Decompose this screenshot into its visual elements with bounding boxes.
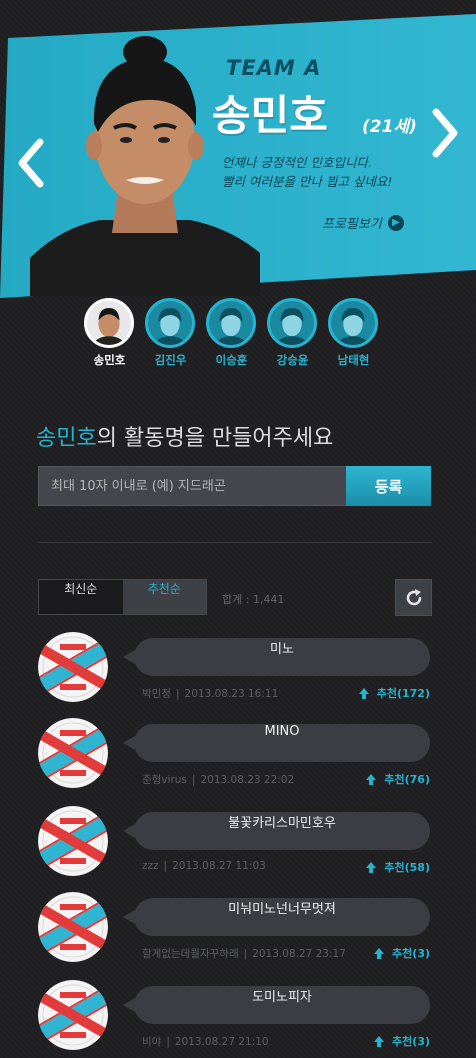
recommend-count: 추천(76) [384,773,430,786]
comment-item: 불꽃카리스마민호우 zzz | 2013.08.27 11:03 추천(58) [36,806,436,892]
member-avatar [206,298,256,348]
member-name: 송민호 [212,91,328,140]
heading-member-name: 송민호 [36,426,97,451]
member-thumb-4[interactable]: 남태현 [328,298,379,368]
profile-banner: TEAM A 송민호 (21세) 언제나 긍정적인 민호입니다. 빨리 여러분을… [0,0,476,300]
recommend-button[interactable]: 추천(76) [366,771,430,787]
register-button[interactable]: 등록 [346,466,431,506]
previous-arrow-button[interactable] [14,136,48,190]
member-thumb-2[interactable]: 이승훈 [206,298,257,368]
member-thumb-name: 강승윤 [276,353,309,367]
description-line: 언제나 긍정적인 민호입니다. [222,155,372,170]
commenter-avatar [38,806,108,876]
comment-meta: 박민정 | 2013.08.23 16:11 [142,686,278,701]
comment-date: 2013.08.23 16:11 [184,688,279,700]
commenter-avatar [38,892,108,962]
chevron-right-icon: ▶ [387,214,404,231]
profile-link[interactable]: 프로필보기 ▶ [322,213,404,232]
tab-recommended[interactable]: 추천순 [122,580,206,614]
member-avatar [267,298,317,348]
page-heading: 송민호의 활동명을 만들어주세요 [36,420,333,452]
chevron-right-icon [432,108,458,158]
recommend-count: 추천(3) [392,1035,430,1048]
member-thumb-name: 남태현 [337,353,370,367]
meta-separator: | [175,688,180,700]
recommend-count: 추천(172) [376,687,430,700]
comment-meta: 준형virus | 2013.08.23 22:02 [142,772,294,787]
refresh-button[interactable] [395,579,432,616]
nickname-input[interactable] [38,466,348,506]
refresh-icon [406,588,421,605]
comment-meta: zzz | 2013.08.27 11:03 [142,860,266,872]
total-count: 합계 : 1,441 [222,593,285,606]
comment-date: 2013.08.23 22:02 [200,774,295,786]
meta-separator: | [243,948,248,960]
comment-user: 비야 [142,1036,162,1048]
member-thumbnails: 송민호 김진우 이승훈 강승윤 남태현 [84,298,379,368]
comment-text: 도미노피자 [123,986,430,1024]
divider [38,542,432,543]
arrow-up-icon [366,774,377,785]
comment-user: 준형virus [142,774,187,786]
team-label: TEAM A [226,56,322,80]
comment-text: 불꽃카리스마민호우 [123,812,430,850]
comment-meta: 비야 | 2013.08.27 21:10 [142,1034,269,1049]
comment-meta: 할게없는데뭘자꾸하래 | 2013.08.27 23:17 [142,946,346,961]
comment-item: 미눠미노넌너무멋져할게없는데뭘자꾸하래 | 2013.08.27 23:17 추천(3… [36,892,436,978]
recommend-button[interactable]: 추천(58) [366,859,430,875]
chevron-left-icon [18,138,44,188]
comment-item: MINO 준형virus | 2013.08.23 22:02 추천(76) [36,718,436,804]
comment-item: 도미노피자비야 | 2013.08.27 21:10 추천(3) [36,980,436,1058]
comment-date: 2013.08.27 23:17 [252,948,346,960]
member-avatar [145,298,195,348]
recommend-button[interactable]: 추천(3) [374,945,430,961]
comment-text: 미노 [123,638,430,676]
comment-text: 미눠미노넌너무멋져 [123,898,430,936]
member-age: (21세) [362,117,417,137]
arrow-up-icon [374,1036,385,1047]
profile-link-label: 프로필보기 [322,217,382,232]
recommend-button[interactable]: 추천(172) [358,685,430,701]
comment-user: 할게없는데뭘자꾸하래 [142,948,239,960]
arrow-up-icon [366,862,377,873]
comment-text: MINO [123,724,430,762]
comment-date: 2013.08.27 11:03 [172,860,266,872]
commenter-avatar [38,980,108,1050]
recommend-count: 추천(3) [392,947,430,960]
meta-separator: | [191,774,196,786]
comment-user: 박민정 [142,688,171,700]
comment-item: 미노박민정 | 2013.08.23 16:11 추천(172) [36,632,436,718]
meta-separator: | [166,1036,170,1048]
description-line: 빨리 여러분을 만나 뵙고 싶네요! [222,174,393,189]
member-thumb-3[interactable]: 강승윤 [267,298,318,368]
member-thumb-1[interactable]: 김진우 [145,298,196,368]
arrow-up-icon [358,688,369,699]
sort-tabs: 최신순 추천순 [38,579,207,615]
recommend-count: 추천(58) [384,861,430,874]
member-avatar [84,298,134,348]
recommend-button[interactable]: 추천(3) [374,1033,430,1049]
comment-user: zzz [142,860,159,872]
member-thumb-name: 김진우 [154,353,187,367]
commenter-avatar [38,632,108,702]
member-description: 언제나 긍정적인 민호입니다. 빨리 여러분을 만나 뵙고 싶네요! [222,153,422,191]
member-thumb-0[interactable]: 송민호 [84,298,135,368]
member-avatar [328,298,378,348]
next-arrow-button[interactable] [428,106,462,160]
member-thumb-name: 송민호 [93,353,126,367]
arrow-up-icon [374,948,385,959]
heading-text: 의 활동명을 만들어주세요 [96,426,334,451]
meta-separator: | [163,860,168,872]
comment-date: 2013.08.27 21:10 [174,1036,269,1048]
commenter-avatar [38,718,108,788]
member-thumb-name: 이승훈 [215,353,248,367]
tab-latest[interactable]: 최신순 [39,580,123,614]
